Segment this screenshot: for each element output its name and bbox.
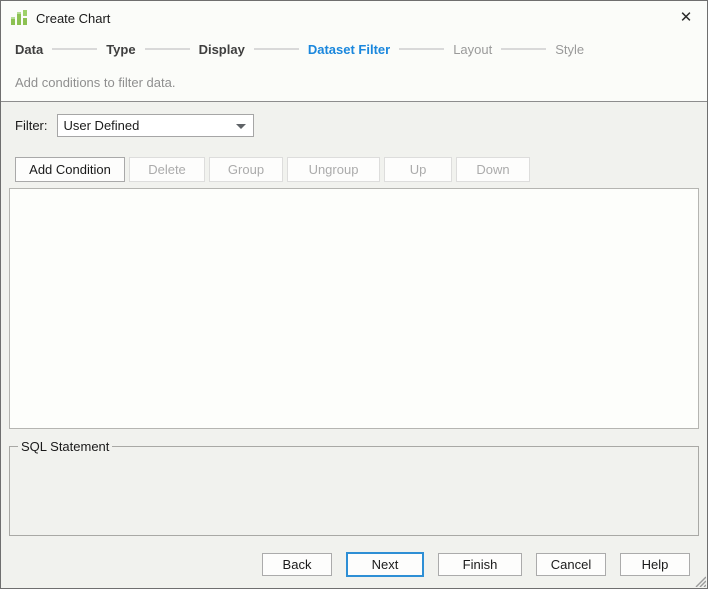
filter-label: Filter: — [15, 118, 48, 133]
wizard-step-type[interactable]: Type — [106, 42, 135, 57]
finish-button[interactable]: Finish — [438, 553, 522, 576]
sql-statement-content — [16, 456, 692, 516]
back-button[interactable]: Back — [262, 553, 332, 576]
condition-list — [9, 188, 699, 429]
delete-button[interactable]: Delete — [129, 157, 205, 182]
wizard-step-dataset-filter[interactable]: Dataset Filter — [308, 42, 390, 57]
next-button[interactable]: Next — [346, 552, 424, 577]
step-connector — [254, 48, 299, 50]
help-button[interactable]: Help — [620, 553, 690, 576]
window-title: Create Chart — [36, 11, 110, 26]
wizard-step-display[interactable]: Display — [199, 42, 245, 57]
wizard-steps: Data Type Display Dataset Filter Layout … — [1, 35, 707, 63]
down-button[interactable]: Down — [456, 157, 530, 182]
filter-dropdown[interactable]: User Defined — [57, 114, 254, 137]
dialog-header: Create Chart ✕ Data Type Display Dataset… — [1, 1, 707, 102]
wizard-step-style[interactable]: Style — [555, 42, 584, 57]
step-connector — [399, 48, 444, 50]
wizard-step-data[interactable]: Data — [15, 42, 43, 57]
chevron-down-icon — [236, 124, 246, 129]
title-bar: Create Chart ✕ — [1, 1, 707, 35]
cancel-button[interactable]: Cancel — [536, 553, 606, 576]
sql-statement-section: SQL Statement — [9, 439, 699, 536]
sql-statement-legend: SQL Statement — [18, 439, 112, 454]
create-chart-dialog: Create Chart ✕ Data Type Display Dataset… — [0, 0, 708, 589]
up-button[interactable]: Up — [384, 157, 452, 182]
footer-buttons: Back Next Finish Cancel Help — [1, 552, 707, 577]
step-connector — [501, 48, 546, 50]
add-condition-button[interactable]: Add Condition — [15, 157, 125, 182]
close-icon: ✕ — [680, 9, 693, 26]
filter-dropdown-value: User Defined — [64, 118, 140, 133]
resize-grip[interactable] — [692, 573, 706, 587]
group-button[interactable]: Group — [209, 157, 283, 182]
ungroup-button[interactable]: Ungroup — [287, 157, 380, 182]
close-button[interactable]: ✕ — [675, 7, 697, 29]
chart-icon — [10, 9, 28, 27]
filter-row: Filter: User Defined — [15, 114, 693, 137]
wizard-description: Add conditions to filter data. — [1, 63, 707, 90]
step-connector — [145, 48, 190, 50]
step-connector — [52, 48, 97, 50]
wizard-step-layout[interactable]: Layout — [453, 42, 492, 57]
condition-toolbar: Add Condition Delete Group Ungroup Up Do… — [15, 157, 693, 182]
